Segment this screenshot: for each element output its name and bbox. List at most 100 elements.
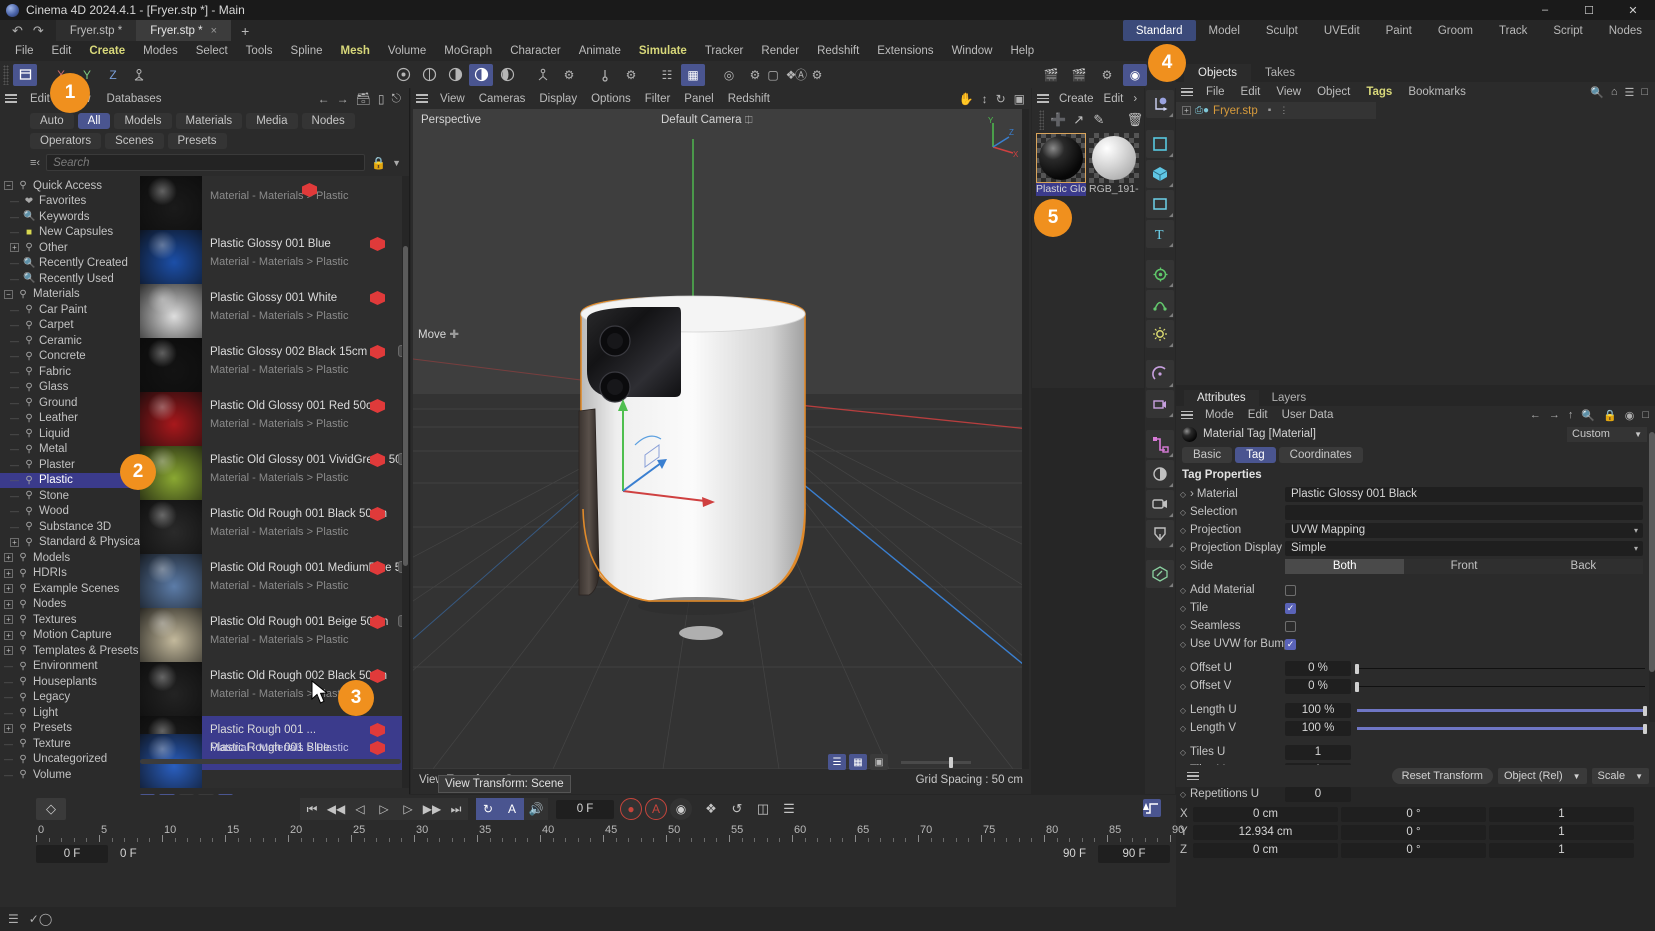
animate-diamond-icon[interactable]: ◇ (1176, 604, 1190, 613)
menu-render[interactable]: Render (752, 41, 808, 61)
tree-item-environment[interactable]: —⚲Environment (0, 659, 140, 675)
redshift-render-button[interactable]: ◉ (1123, 64, 1147, 86)
apply-icon[interactable]: ↗ (1070, 111, 1088, 129)
expander-icon[interactable]: + (4, 615, 13, 624)
tree-item-models[interactable]: +⚲Models (0, 550, 140, 566)
tree-item-volume[interactable]: —⚲Volume (0, 767, 140, 783)
viewport-menu-filter[interactable]: Filter (638, 93, 678, 105)
record-icon[interactable]: ● (620, 798, 642, 820)
tree-item-light[interactable]: —⚲Light (0, 705, 140, 721)
asset-list-item[interactable]: Plastic Glossy 002 Black 15cmMaterial - … (140, 338, 409, 392)
tree-item-concrete[interactable]: —⚲Concrete (0, 349, 140, 365)
coordinates-hamburger-icon[interactable] (1182, 766, 1204, 787)
menu-redshift[interactable]: Redshift (808, 41, 868, 61)
nav-forward-icon[interactable]: → (1549, 409, 1560, 422)
attr-slider-offset-u[interactable] (1357, 661, 1645, 676)
autokey-icon[interactable]: A (500, 798, 524, 820)
annotation-button[interactable]: Ⓐ (789, 64, 813, 86)
viewport-menu-options[interactable]: Options (584, 93, 638, 105)
menu-modes[interactable]: Modes (134, 41, 187, 61)
position-key-icon[interactable]: ❖ (700, 798, 722, 820)
hamburger-icon[interactable]: ☰ (8, 912, 19, 926)
asset-nav-back-icon[interactable]: ← (318, 92, 330, 106)
tree-item-houseplants[interactable]: —⚲Houseplants (0, 674, 140, 690)
object-menu-file[interactable]: File (1198, 86, 1233, 98)
menu-tools[interactable]: Tools (237, 41, 282, 61)
animate-diamond-icon[interactable]: ◇ (1176, 706, 1190, 715)
nav-back-icon[interactable]: ← (1530, 409, 1541, 422)
document-tab-2[interactable]: Fryer.stp * × (136, 20, 231, 41)
filter-chip-all[interactable]: All (78, 113, 111, 129)
workplane-button[interactable]: ☷ (655, 64, 679, 86)
viewport-menu-redshift[interactable]: Redshift (721, 93, 777, 105)
attr-value-tiles-u[interactable]: 1 (1285, 745, 1351, 760)
tree-item-substance-3d[interactable]: —⚲Substance 3D (0, 519, 140, 535)
camera-object-icon[interactable] (1146, 390, 1174, 418)
segment-both[interactable]: Both (1285, 559, 1404, 574)
nav-up-icon[interactable]: ↑ (1568, 409, 1574, 422)
text-object-icon[interactable]: T (1146, 220, 1174, 248)
scale-key-icon[interactable]: ◫ (752, 798, 774, 820)
filter-list-icon[interactable]: ≡‹ (30, 157, 40, 169)
tree-item-metal[interactable]: —⚲Metal (0, 442, 140, 458)
reset-transform-button[interactable]: Reset Transform (1392, 768, 1493, 784)
pan-hand-icon[interactable]: ✋ (959, 92, 974, 106)
material-hamburger-icon[interactable] (1032, 88, 1054, 109)
cube-object-icon[interactable] (1146, 160, 1174, 188)
animate-diamond-icon[interactable]: ◇ (1176, 622, 1190, 631)
pin-icon[interactable]: ◉ (1625, 409, 1635, 422)
asset-list-item[interactable]: Plastic Old Glossy 001 VividGreen 50cmMa… (140, 446, 409, 500)
zoom-icon[interactable]: ↕ (982, 92, 988, 106)
model-mode-button[interactable] (13, 64, 37, 86)
display-mode-1-icon[interactable]: ☰ (828, 754, 846, 770)
transform-mode-dropdown[interactable]: Scale ▼ (1592, 768, 1649, 784)
parameter-key-icon[interactable]: ☰ (778, 798, 800, 820)
expander-icon[interactable]: + (4, 569, 13, 578)
layout-script[interactable]: Script (1540, 20, 1595, 41)
asset-browser-hamburger-icon[interactable] (0, 88, 22, 109)
menu-edit[interactable]: Edit (43, 41, 81, 61)
texture-mode-button[interactable]: ▢ (761, 64, 785, 86)
layout-groom[interactable]: Groom (1425, 20, 1486, 41)
menu-character[interactable]: Character (501, 41, 570, 61)
expand-attr-icon[interactable]: □ (1642, 409, 1649, 422)
filter-chip-materials[interactable]: Materials (176, 113, 243, 129)
filter-chip-operators[interactable]: Operators (30, 133, 101, 149)
filter-chip-auto[interactable]: Auto (30, 113, 74, 129)
loop-icon[interactable]: ↻ (476, 798, 500, 820)
viewport-zoom-slider[interactable] (901, 761, 971, 764)
check-circle-icon[interactable]: ✓◯ (29, 912, 52, 926)
attr-checkbox-seamless[interactable] (1285, 621, 1296, 632)
scrollbar-thumb[interactable] (1649, 432, 1655, 672)
new-tab-button[interactable]: + (231, 23, 259, 39)
stage-object-icon[interactable] (1146, 520, 1174, 548)
tree-item-legacy[interactable]: —⚲Legacy (0, 690, 140, 706)
field-object-icon[interactable] (1146, 460, 1174, 488)
preset-dropdown[interactable]: Custom ▼ (1567, 427, 1647, 442)
deformer-button[interactable] (531, 64, 555, 86)
edit-render-icon[interactable] (1146, 560, 1174, 588)
render-frame-button[interactable]: 🎬 (1039, 64, 1063, 86)
camera-dropdown-icon[interactable]: ⎅ (745, 115, 753, 126)
attribute-menu-mode[interactable]: Mode (1198, 409, 1241, 421)
tree-item-textures[interactable]: +⚲Textures (0, 612, 140, 628)
menu-mograph[interactable]: MoGraph (435, 41, 501, 61)
tree-item-recently-created[interactable]: —🔍Recently Created (0, 256, 140, 272)
viewport-scrollbar[interactable] (1022, 109, 1029, 769)
material-tag-icon[interactable]: ▪ (1268, 105, 1272, 116)
menu-volume[interactable]: Volume (379, 41, 435, 61)
layout-sculpt[interactable]: Sculpt (1253, 20, 1311, 41)
camera-rig-icon[interactable] (1146, 490, 1174, 518)
menu-mesh[interactable]: Mesh (332, 41, 379, 61)
next-key-icon[interactable]: ▶▶ (420, 798, 444, 820)
material-toolbar-grip[interactable] (1039, 110, 1044, 130)
menu-tracker[interactable]: Tracker (696, 41, 753, 61)
rotation-key-icon[interactable]: ↺ (726, 798, 748, 820)
display-mode-2-icon[interactable]: ▦ (849, 754, 867, 770)
expander-icon[interactable]: + (4, 724, 13, 733)
tree-item-wood[interactable]: —⚲Wood (0, 504, 140, 520)
coord-rot-x[interactable]: 0 ° (1341, 807, 1486, 822)
material-swatch-rgb[interactable]: RGB_191-19 (1089, 133, 1139, 196)
asset-list-item[interactable]: Plastic Old Glossy 001 Red 50cmMaterial … (140, 392, 409, 446)
tree-item-plastic[interactable]: —⚲Plastic (0, 473, 140, 489)
